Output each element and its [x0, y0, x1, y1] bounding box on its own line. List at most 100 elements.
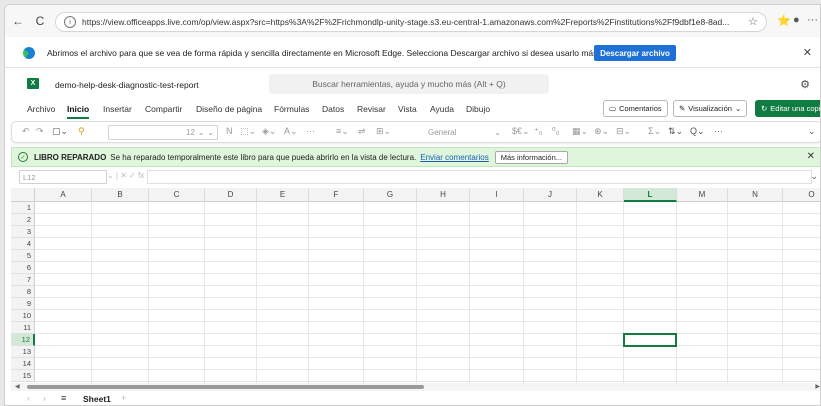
address-bar[interactable]: i https://view.officeapps.live.com/op/vi…	[55, 12, 767, 32]
name-box[interactable]: L12	[19, 170, 107, 184]
formula-input[interactable]	[147, 170, 812, 184]
decimal-increase-icon[interactable]: ⁺₀	[534, 126, 543, 137]
view-mode-button[interactable]: ✎ Visualización ⌄	[673, 100, 748, 117]
decimal-decrease-icon[interactable]: ⁰₀	[552, 126, 559, 137]
row-header-4[interactable]: 4	[11, 238, 35, 250]
expand-ribbon-icon[interactable]: ⌄	[808, 126, 816, 137]
tab-ayuda[interactable]: Ayuda	[430, 104, 454, 114]
column-header-k[interactable]: K	[577, 188, 624, 202]
row-header-1[interactable]: 1	[11, 202, 35, 214]
horizontal-scrollbar[interactable]: ◀ ▶	[11, 383, 820, 391]
row-header-14[interactable]: 14	[11, 358, 35, 370]
collections-icon[interactable]: ⭐	[777, 14, 791, 27]
wrap-text-icon[interactable]: ⇌	[358, 126, 366, 137]
column-header-n[interactable]: N	[728, 188, 783, 202]
row-header-10[interactable]: 10	[11, 310, 35, 322]
column-header-h[interactable]: H	[417, 188, 470, 202]
tab-formulas[interactable]: Fórmulas	[274, 104, 309, 114]
redo-icon[interactable]: ↷	[36, 126, 44, 137]
send-feedback-link[interactable]: Enviar comentarios	[420, 153, 488, 162]
tab-vista[interactable]: Vista	[398, 104, 417, 114]
borders-icon[interactable]: ⬚⌄	[240, 126, 256, 137]
close-icon[interactable]: ✕	[807, 151, 815, 162]
conditional-format-icon[interactable]: ▦⌄	[572, 126, 588, 137]
column-header-d[interactable]: D	[205, 188, 257, 202]
settings-icon[interactable]: ⚙	[800, 78, 810, 91]
currency-icon[interactable]: $€⌄	[512, 126, 530, 137]
bold-button[interactable]: N	[226, 126, 233, 136]
row-header-7[interactable]: 7	[11, 274, 35, 286]
sum-icon[interactable]: Σ⌄	[648, 126, 661, 137]
number-format-select[interactable]: General ⌄	[424, 125, 504, 140]
star-icon[interactable]: ☆	[748, 15, 758, 28]
sheet-next-icon[interactable]: ›	[43, 393, 46, 403]
select-all-corner[interactable]	[11, 188, 35, 202]
active-cell[interactable]	[623, 333, 677, 347]
profile-icon[interactable]: ●	[793, 14, 800, 26]
font-size-select[interactable]: 12 ⌄	[182, 125, 220, 140]
tab-compartir[interactable]: Compartir	[145, 104, 182, 114]
close-icon[interactable]: ✕	[803, 46, 812, 59]
sheet-prev-icon[interactable]: ‹	[27, 393, 30, 403]
chevron-down-icon[interactable]: ⌄	[810, 171, 818, 182]
row-header-6[interactable]: 6	[11, 262, 35, 274]
column-header-i[interactable]: I	[470, 188, 524, 202]
clipboard-icon[interactable]: ▢⌄	[52, 126, 68, 137]
column-header-g[interactable]: G	[364, 188, 417, 202]
more-options-icon[interactable]: ···	[714, 126, 723, 136]
scrollbar-thumb[interactable]	[27, 385, 424, 389]
scroll-left-icon[interactable]: ◀	[15, 383, 20, 390]
document-title[interactable]: demo-help-desk-diagnostic-test-report	[55, 80, 199, 90]
column-header-m[interactable]: M	[677, 188, 728, 202]
sheet-tab[interactable]: Sheet1	[83, 394, 111, 404]
edit-copy-button[interactable]: ↻ Editar una copia	[755, 100, 820, 117]
lock-icon[interactable]: i	[64, 16, 76, 28]
refresh-icon[interactable]: C	[31, 12, 49, 30]
add-sheet-icon[interactable]: +	[121, 393, 126, 403]
more-font-icon[interactable]: ···	[306, 126, 315, 136]
sort-filter-icon[interactable]: ⇅⌄	[668, 126, 683, 137]
undo-icon[interactable]: ↶	[22, 126, 30, 137]
row-header-11[interactable]: 11	[11, 322, 35, 334]
format-table-icon[interactable]: ⊟⌄	[616, 126, 631, 137]
tab-insertar[interactable]: Insertar	[103, 104, 132, 114]
tab-diseno-pagina[interactable]: Diseño de página	[196, 104, 262, 114]
sheet-menu-icon[interactable]: ≡	[61, 393, 66, 403]
back-icon[interactable]: ←	[9, 12, 27, 30]
tab-inicio[interactable]: Inicio	[67, 104, 90, 119]
row-header-5[interactable]: 5	[11, 250, 35, 262]
row-header-12[interactable]: 12	[11, 334, 35, 346]
comments-button[interactable]: ▭ Comentarios	[603, 100, 668, 117]
find-icon[interactable]: Q⌄	[690, 126, 705, 137]
row-header-2[interactable]: 2	[11, 214, 35, 226]
fill-color-icon[interactable]: ◈⌄	[262, 126, 276, 137]
column-header-b[interactable]: B	[92, 188, 149, 202]
tab-datos[interactable]: Datos	[322, 104, 344, 114]
column-header-e[interactable]: E	[257, 188, 309, 202]
row-header-3[interactable]: 3	[11, 226, 35, 238]
column-header-o[interactable]: O	[783, 188, 820, 202]
column-header-a[interactable]: A	[35, 188, 92, 202]
merge-icon[interactable]: ⊞⌄	[376, 126, 391, 137]
row-header-9[interactable]: 9	[11, 298, 35, 310]
more-icon[interactable]: ···	[807, 14, 818, 26]
row-header-15[interactable]: 15	[11, 370, 35, 382]
more-info-button[interactable]: Más información...	[494, 150, 569, 164]
column-header-c[interactable]: C	[149, 188, 205, 202]
align-icon[interactable]: ≡⌄	[336, 126, 349, 137]
format-painter-icon[interactable]: ⚲	[78, 126, 85, 137]
tab-revisar[interactable]: Revisar	[357, 104, 386, 114]
search-input[interactable]: Buscar herramientas, ayuda y mucho más (…	[269, 74, 549, 94]
row-header-8[interactable]: 8	[11, 286, 35, 298]
insert-cells-icon[interactable]: ⊕⌄	[594, 126, 609, 137]
font-color-icon[interactable]: A⌄	[284, 126, 298, 137]
tab-dibujo[interactable]: Dibujo	[466, 104, 490, 114]
download-file-button[interactable]: Descargar archivo	[594, 45, 676, 61]
column-header-l[interactable]: L	[624, 188, 677, 202]
scroll-right-icon[interactable]: ▶	[815, 383, 820, 390]
tab-archivo[interactable]: Archivo	[27, 104, 55, 114]
column-header-j[interactable]: J	[524, 188, 577, 202]
row-header-13[interactable]: 13	[11, 346, 35, 358]
spreadsheet-grid[interactable]: ABCDEFGHIJKLMNO 1 2 3 4 5 6 7 8 9 10 11 12 13 14 15	[11, 188, 820, 383]
column-header-f[interactable]: F	[309, 188, 364, 202]
